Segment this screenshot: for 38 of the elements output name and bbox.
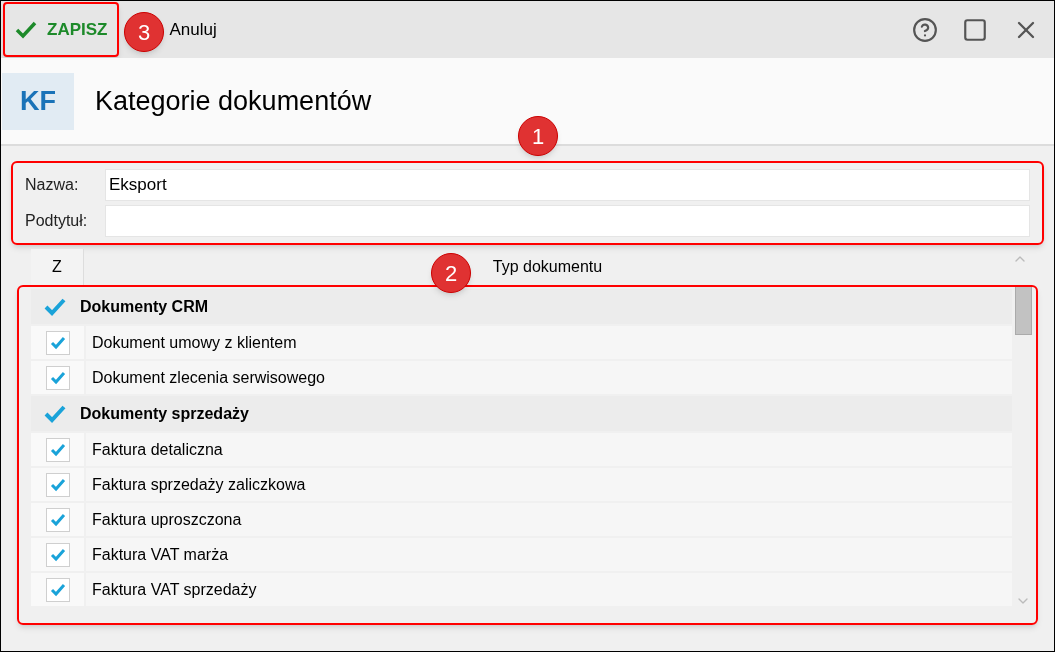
table-cell: Faktura VAT marża [86,538,1012,571]
checkbox[interactable] [45,542,70,567]
checkbox[interactable] [45,472,70,497]
table-cell: Faktura detaliczna [86,433,1012,466]
checkbox[interactable] [45,365,70,390]
table-cell: Faktura VAT sprzedaży [86,573,1012,606]
table-cell: Dokument zlecenia serwisowego [86,361,1012,394]
table-cell: Faktura uproszczona [86,503,1012,536]
checkbox[interactable] [45,437,70,462]
help-icon[interactable] [912,16,938,43]
table-cell: Dokument umowy z klientem [86,326,1012,359]
badge: KF [2,72,74,130]
checkbox[interactable] [45,577,70,602]
callout-marker: 2 [431,253,471,293]
maximize-icon[interactable] [962,16,988,43]
check-icon [49,512,66,527]
check-icon [49,582,66,597]
table-cell: Faktura sprzedaży zaliczkowa [86,468,1012,501]
check-icon [49,370,66,385]
save-button[interactable]: ZAPISZ [5,4,118,55]
window-title: Kategorie dokumentów [95,84,372,118]
field-label: Podtytuł: [25,211,89,231]
cancel-button[interactable]: Anuluj [169,16,217,43]
input-field[interactable]: Eksport [105,169,1030,201]
check-icon [49,335,66,350]
check-icon[interactable] [43,403,67,424]
group-row[interactable]: Dokumenty CRM [31,289,1012,324]
check-icon [49,477,66,492]
check-icon [49,547,66,562]
checkbox[interactable] [45,507,70,532]
group-row[interactable]: Dokumenty sprzedaży [31,396,1012,431]
field-label: Nazwa: [25,175,80,195]
check-icon [49,442,66,457]
check-icon [15,20,37,39]
scrollbar-thumb[interactable] [1014,287,1032,335]
checkbox[interactable] [45,330,70,355]
check-icon[interactable] [43,296,67,317]
column-header[interactable]: Typ dokumentu [492,255,603,279]
